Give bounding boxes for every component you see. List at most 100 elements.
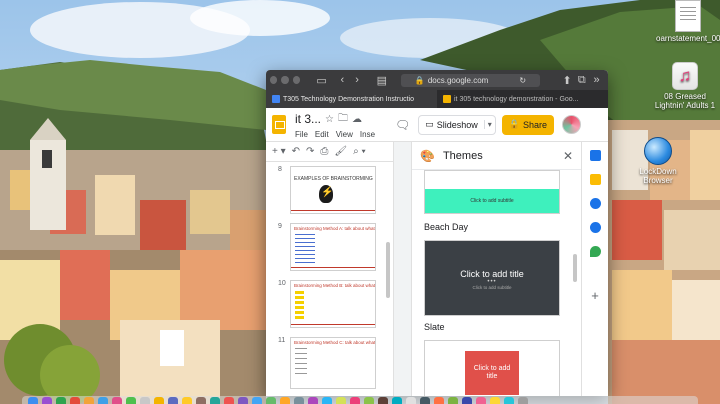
desktop-icon-music[interactable]: ♫ 08 Greased Lightnin' Adults 1	[650, 62, 720, 110]
contacts-icon[interactable]	[589, 222, 601, 233]
tabs-icon[interactable]: ⧉	[574, 74, 589, 87]
dock-app-icon[interactable]	[476, 397, 486, 404]
document-title[interactable]: it 3...	[295, 112, 321, 126]
dock-app-icon[interactable]	[462, 397, 472, 404]
desktop-icon-lockdown-browser[interactable]: LockDown Browser	[630, 137, 686, 185]
dock-app-icon[interactable]	[294, 397, 304, 404]
dock-app-icon[interactable]	[280, 397, 290, 404]
browser-toolbar: ▭ ‹ › ▤ 🔒 docs.google.com ↻ ⬆ ⧉ »	[266, 70, 608, 90]
minimize-window-button[interactable]	[281, 76, 289, 84]
slides-logo-icon[interactable]	[272, 115, 286, 134]
dock-app-icon[interactable]	[56, 397, 66, 404]
dock-app-icon[interactable]	[182, 397, 192, 404]
dock-app-icon[interactable]	[112, 397, 122, 404]
dock-app-icon[interactable]	[238, 397, 248, 404]
desktop-icon-doc[interactable]: oarnstatement_00_00_0000	[656, 0, 720, 43]
dock-app-icon[interactable]	[266, 397, 276, 404]
menu-insert[interactable]: Inse	[360, 130, 375, 139]
dock-app-icon[interactable]	[364, 397, 374, 404]
dock-app-icon[interactable]	[154, 397, 164, 404]
close-icon[interactable]: ✕	[563, 149, 573, 163]
dock-app-icon[interactable]	[378, 397, 388, 404]
account-avatar[interactable]	[562, 115, 582, 134]
keep-icon[interactable]	[589, 174, 601, 185]
dock-app-icon[interactable]	[490, 397, 500, 404]
menu-file[interactable]: File	[295, 130, 308, 139]
new-slide-icon[interactable]: + ▾	[272, 146, 286, 157]
slide-thumbnail-title: Brainstorming Method B: talk about what …	[294, 283, 375, 288]
reader-icon[interactable]: ▤	[374, 74, 389, 87]
more-chevron-icon[interactable]: »	[589, 74, 604, 86]
desktop-icon-label: 08 Greased Lightnin' Adults 1	[654, 92, 716, 110]
add-addon-icon[interactable]: +	[591, 288, 599, 303]
slide-thumbnail[interactable]: Brainstorming Method B: talk about what …	[290, 280, 376, 328]
dock-app-icon[interactable]	[420, 397, 430, 404]
theme-preview-title: Click to add title	[460, 269, 524, 279]
share-page-icon[interactable]: ⬆	[560, 74, 575, 87]
slide-thumbnail[interactable]: Brainstorming Method A: talk about what …	[290, 223, 376, 271]
forward-icon[interactable]: ›	[350, 74, 365, 86]
theme-card-red[interactable]: Click to add title	[424, 340, 560, 396]
calendar-icon[interactable]	[589, 150, 601, 161]
dock-app-icon[interactable]	[252, 397, 262, 404]
dock-app-icon[interactable]	[168, 397, 178, 404]
dock-app-icon[interactable]	[448, 397, 458, 404]
folder-icon[interactable]: 🗀	[338, 111, 348, 128]
print-icon[interactable]: ⎙	[320, 146, 328, 157]
dock-app-icon[interactable]	[224, 397, 234, 404]
dock-app-icon[interactable]	[126, 397, 136, 404]
dock-app-icon[interactable]	[518, 397, 528, 404]
tasks-icon[interactable]	[589, 198, 601, 209]
dock-app-icon[interactable]	[434, 397, 444, 404]
slideshow-main-button[interactable]: ▭ Slideshow	[419, 119, 484, 130]
reload-icon[interactable]: ↻	[519, 76, 526, 85]
address-bar[interactable]: 🔒 docs.google.com ↻	[401, 73, 540, 87]
dock-app-icon[interactable]	[140, 397, 150, 404]
edit-toolbar: + ▾ ↶ ↷ ⎙ 🖌 ⌕ ▾	[266, 142, 393, 162]
themes-panel: 🎨 Themes ✕ Click to add subtitle Beach D…	[412, 142, 582, 396]
browser-tab-bar: T305 Technology Demonstration Instructio…	[266, 90, 608, 108]
browser-tab[interactable]: it 305 technology demonstration - Goo...	[437, 90, 608, 108]
redo-icon[interactable]: ↷	[306, 146, 314, 157]
docs-favicon-icon	[272, 95, 280, 103]
maps-icon[interactable]	[589, 246, 601, 257]
dock-app-icon[interactable]	[406, 397, 416, 404]
slide-thumbnail-title: Brainstorming Method C: talk about what …	[294, 340, 375, 345]
menu-edit[interactable]: Edit	[315, 130, 329, 139]
menu-view[interactable]: View	[336, 130, 353, 139]
dock-app-icon[interactable]	[28, 397, 38, 404]
zoom-window-button[interactable]	[292, 76, 301, 84]
dock-app-icon[interactable]	[322, 397, 332, 404]
back-icon[interactable]: ‹	[335, 74, 350, 86]
side-panel: +	[582, 142, 608, 396]
dock-app-icon[interactable]	[210, 397, 220, 404]
dock-app-icon[interactable]	[84, 397, 94, 404]
star-icon[interactable]: ☆	[325, 114, 334, 125]
slide-thumbnail[interactable]: EXAMPLES OF BRAINSTORMING	[290, 166, 376, 214]
themes-scrollbar[interactable]	[573, 254, 577, 282]
dock-app-icon[interactable]	[392, 397, 402, 404]
undo-icon[interactable]: ↶	[292, 146, 300, 157]
filmstrip-scrollbar[interactable]	[386, 242, 390, 298]
theme-card-beach-day[interactable]: Click to add subtitle	[424, 170, 560, 214]
close-window-button[interactable]	[270, 76, 278, 84]
browser-tab[interactable]: T305 Technology Demonstration Instructio	[266, 90, 437, 108]
share-button[interactable]: 🔒 Share	[501, 114, 555, 135]
paint-format-icon[interactable]: 🖌	[334, 146, 347, 157]
comment-icon[interactable]: 🗨	[395, 118, 410, 132]
slideshow-button[interactable]: ▭ Slideshow ▾	[418, 114, 496, 135]
slide-thumbnail[interactable]: Brainstorming Method C: talk about what …	[290, 337, 376, 389]
slide-canvas-edge	[394, 142, 412, 396]
dock-app-icon[interactable]	[308, 397, 318, 404]
sidebar-icon[interactable]: ▭	[314, 74, 329, 87]
zoom-icon[interactable]: ⌕ ▾	[353, 146, 366, 157]
slideshow-dropdown-icon[interactable]: ▾	[483, 120, 495, 129]
dock-app-icon[interactable]	[98, 397, 108, 404]
dock-app-icon[interactable]	[504, 397, 514, 404]
dock-app-icon[interactable]	[196, 397, 206, 404]
dock-app-icon[interactable]	[336, 397, 346, 404]
theme-card-slate[interactable]: Click to add title ••• Click to add subt…	[424, 240, 560, 316]
dock-app-icon[interactable]	[70, 397, 80, 404]
dock-app-icon[interactable]	[42, 397, 52, 404]
dock-app-icon[interactable]	[350, 397, 360, 404]
